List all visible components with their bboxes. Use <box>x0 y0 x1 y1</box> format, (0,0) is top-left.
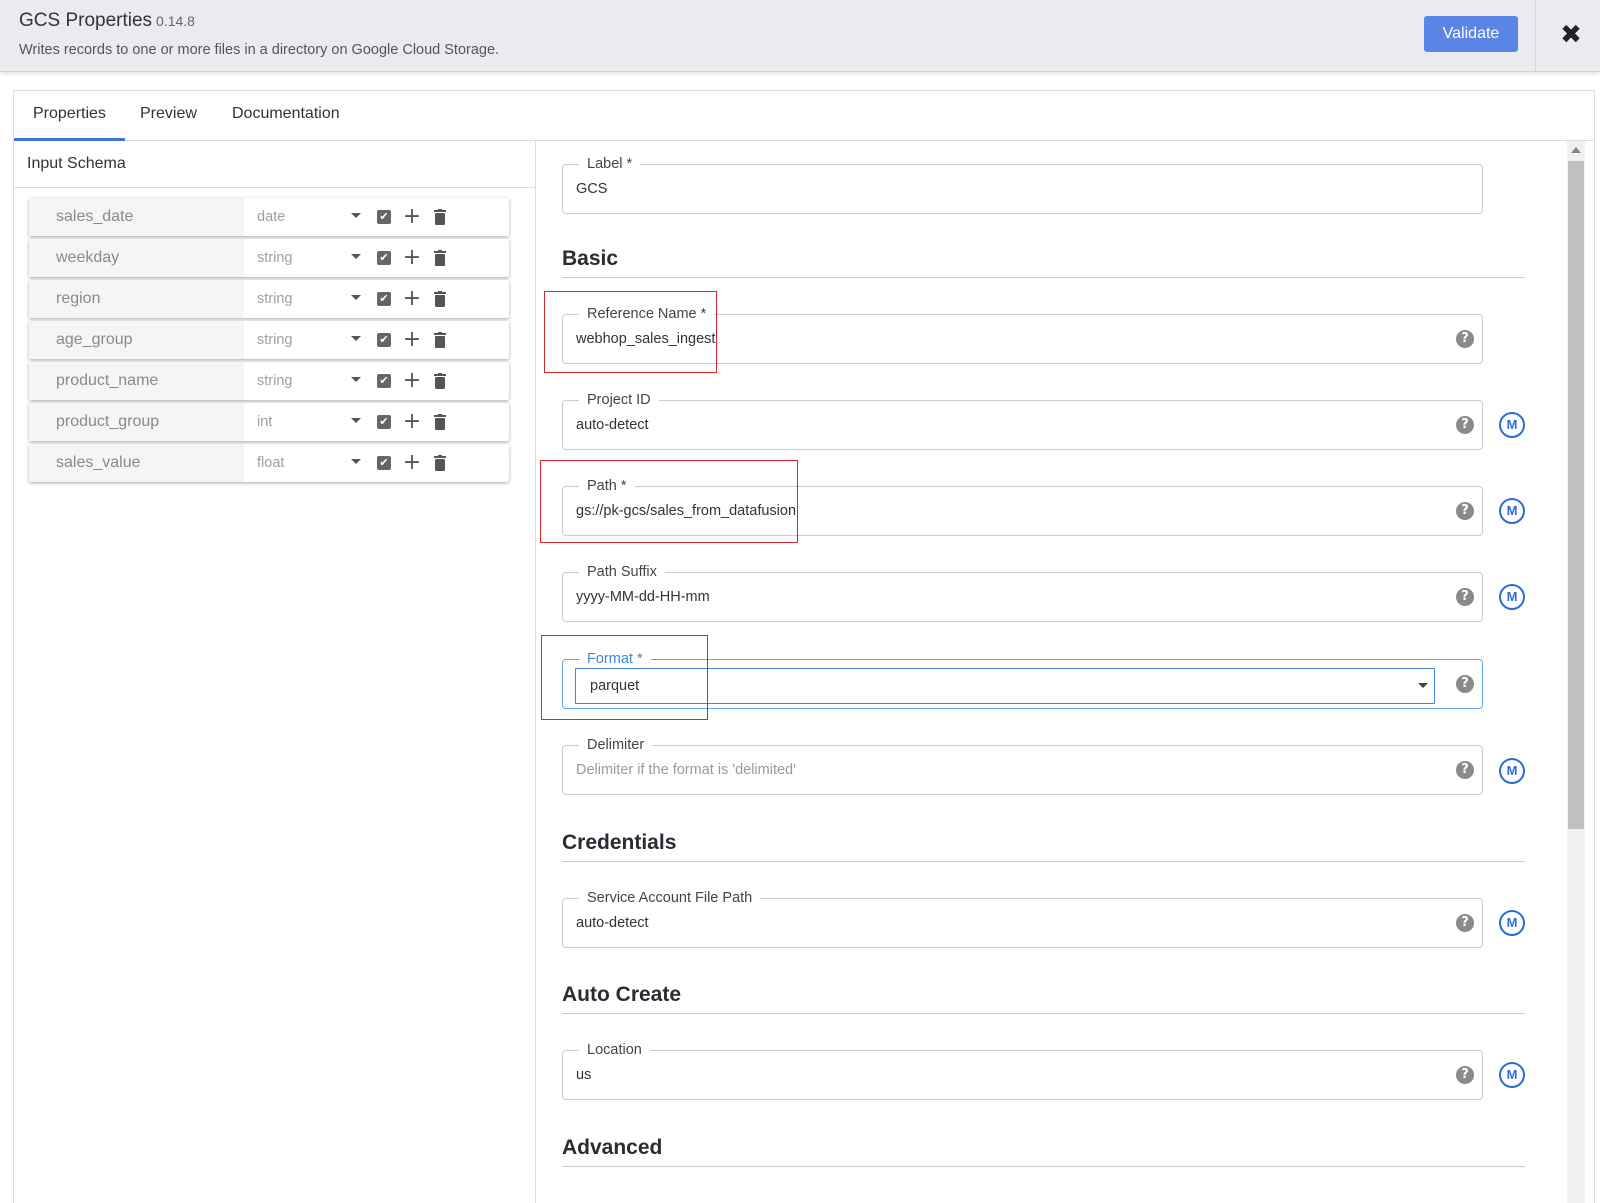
trash-icon[interactable] <box>434 250 446 266</box>
nullable-checkbox[interactable]: ✔ <box>377 456 391 470</box>
schema-row-region: region string ✔ + <box>29 280 509 318</box>
help-icon[interactable]: ? <box>1456 675 1474 693</box>
add-field-icon[interactable]: + <box>402 204 422 230</box>
project-id-field[interactable]: Project ID auto-detect ? <box>562 390 1483 450</box>
macro-icon[interactable]: M <box>1499 910 1525 936</box>
scrollbar-thumb[interactable] <box>1568 161 1584 829</box>
trash-icon[interactable] <box>434 291 446 307</box>
plugin-version: 0.14.8 <box>156 13 195 29</box>
tab-bar: Properties Preview Documentation <box>14 91 1594 141</box>
chevron-down-icon[interactable] <box>351 377 361 382</box>
plugin-description: Writes records to one or more files in a… <box>19 42 500 58</box>
highlight-box-reference-name <box>544 291 717 373</box>
help-icon[interactable]: ? <box>1456 502 1474 520</box>
chevron-down-icon[interactable] <box>351 295 361 300</box>
chevron-down-icon[interactable] <box>1418 683 1428 688</box>
properties-panel: Properties Preview Documentation Input S… <box>13 90 1595 1203</box>
add-field-icon[interactable]: + <box>402 368 422 394</box>
section-auto-create: Auto Create <box>562 983 1525 1014</box>
help-icon[interactable]: ? <box>1456 416 1474 434</box>
schema-field-name[interactable]: product_group <box>29 403 244 441</box>
modal-title: GCS Properties 0.14.8 <box>19 10 195 32</box>
schema-field-name[interactable]: sales_date <box>29 198 244 236</box>
service-account-field[interactable]: Service Account File Path auto-detect ? <box>562 888 1483 948</box>
location-field[interactable]: Location us ? <box>562 1040 1483 1100</box>
field-value: yyyy-MM-dd-HH-mm <box>576 589 710 605</box>
input-schema-pane: Input Schema sales_date date ✔ + weekday… <box>14 141 536 1203</box>
section-advanced: Advanced <box>562 1136 1525 1167</box>
trash-icon[interactable] <box>434 414 446 430</box>
schema-row-sales-value: sales_value float ✔ + <box>29 444 509 482</box>
validate-button[interactable]: Validate <box>1424 16 1518 52</box>
schema-row-product-name: product_name string ✔ + <box>29 362 509 400</box>
macro-icon[interactable]: M <box>1499 584 1525 610</box>
schema-row-weekday: weekday string ✔ + <box>29 239 509 277</box>
tab-documentation[interactable]: Documentation <box>213 91 359 141</box>
trash-icon[interactable] <box>434 455 446 471</box>
help-icon[interactable]: ? <box>1456 330 1474 348</box>
add-field-icon[interactable]: + <box>402 450 422 476</box>
help-icon[interactable]: ? <box>1456 588 1474 606</box>
tab-preview[interactable]: Preview <box>121 91 216 141</box>
help-icon[interactable]: ? <box>1456 761 1474 779</box>
trash-icon[interactable] <box>434 373 446 389</box>
schema-field-name[interactable]: sales_value <box>29 444 244 482</box>
schema-row-age-group: age_group string ✔ + <box>29 321 509 359</box>
field-value: us <box>576 1067 592 1083</box>
macro-icon[interactable]: M <box>1499 412 1525 438</box>
header-divider <box>1535 0 1536 72</box>
field-value: auto-detect <box>576 417 649 433</box>
schema-field-name[interactable]: weekday <box>29 239 244 277</box>
section-credentials: Credentials <box>562 831 1525 862</box>
field-placeholder: Delimiter if the format is 'delimited' <box>576 762 796 778</box>
field-value: GCS <box>576 181 608 197</box>
add-field-icon[interactable]: + <box>402 327 422 353</box>
highlight-box-format <box>541 635 708 720</box>
chevron-down-icon[interactable] <box>351 459 361 464</box>
delimiter-field[interactable]: Delimiter Delimiter if the format is 'de… <box>562 735 1483 795</box>
label-field[interactable]: Label * GCS <box>562 154 1483 214</box>
input-schema-title: Input Schema <box>27 155 126 172</box>
field-value: auto-detect <box>576 915 649 931</box>
nullable-checkbox[interactable]: ✔ <box>377 210 391 224</box>
vertical-scrollbar[interactable] <box>1567 141 1585 1203</box>
nullable-checkbox[interactable]: ✔ <box>377 333 391 347</box>
trash-icon[interactable] <box>434 209 446 225</box>
path-suffix-field[interactable]: Path Suffix yyyy-MM-dd-HH-mm ? <box>562 562 1483 622</box>
trash-icon[interactable] <box>434 332 446 348</box>
close-icon[interactable]: ✖ <box>1556 20 1586 50</box>
modal-header: GCS Properties 0.14.8 Writes records to o… <box>0 0 1600 72</box>
schema-row-sales-date: sales_date date ✔ + <box>29 198 509 236</box>
schema-divider <box>14 187 535 188</box>
nullable-checkbox[interactable]: ✔ <box>377 251 391 265</box>
schema-row-product-group: product_group int ✔ + <box>29 403 509 441</box>
highlight-box-path <box>540 460 798 543</box>
nullable-checkbox[interactable]: ✔ <box>377 292 391 306</box>
plugin-name: GCS Properties <box>19 10 153 31</box>
macro-icon[interactable]: M <box>1499 498 1525 524</box>
chevron-down-icon[interactable] <box>351 254 361 259</box>
schema-field-name[interactable]: product_name <box>29 362 244 400</box>
nullable-checkbox[interactable]: ✔ <box>377 374 391 388</box>
macro-icon[interactable]: M <box>1499 1062 1525 1088</box>
add-field-icon[interactable]: + <box>402 409 422 435</box>
macro-icon[interactable]: M <box>1499 758 1525 784</box>
schema-field-name[interactable]: region <box>29 280 244 318</box>
help-icon[interactable]: ? <box>1456 914 1474 932</box>
tab-properties[interactable]: Properties <box>14 91 125 141</box>
chevron-down-icon[interactable] <box>351 336 361 341</box>
chevron-down-icon[interactable] <box>351 418 361 423</box>
add-field-icon[interactable]: + <box>402 245 422 271</box>
help-icon[interactable]: ? <box>1456 1066 1474 1084</box>
nullable-checkbox[interactable]: ✔ <box>377 415 391 429</box>
add-field-icon[interactable]: + <box>402 286 422 312</box>
chevron-down-icon[interactable] <box>351 213 361 218</box>
section-basic: Basic <box>562 247 1525 278</box>
scroll-up-icon[interactable] <box>1571 147 1581 153</box>
schema-field-name[interactable]: age_group <box>29 321 244 359</box>
